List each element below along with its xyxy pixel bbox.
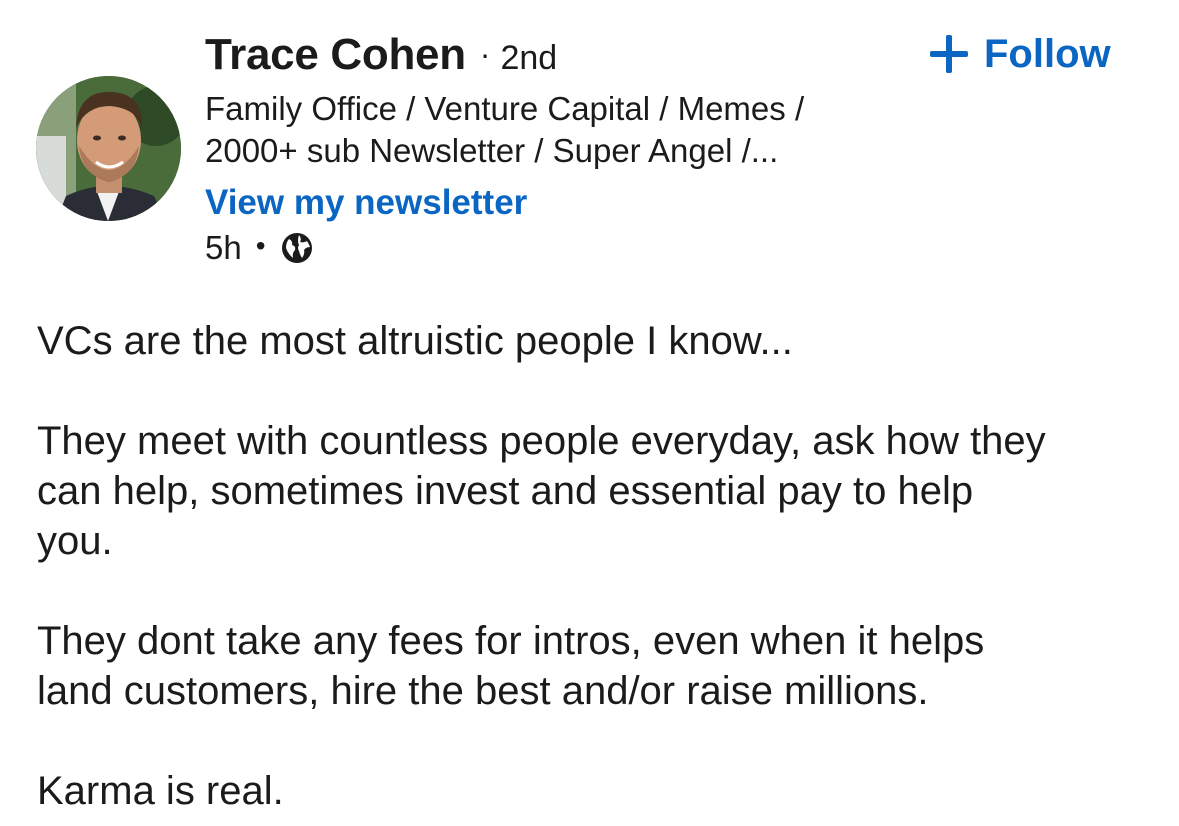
post-line: They meet with countless people everyday… (37, 419, 1046, 463)
post-paragraph: VCs are the most altruistic people I kno… (37, 316, 1157, 366)
plus-icon (930, 35, 968, 73)
post-line: can help, sometimes invest and essential… (37, 469, 974, 513)
post-line: VCs are the most altruistic people I kno… (37, 319, 793, 363)
profile-photo-icon (36, 76, 181, 221)
view-newsletter-link[interactable]: View my newsletter (205, 183, 527, 223)
post-time: 5h (205, 229, 242, 266)
post-line: Karma is real. (37, 769, 284, 813)
post-paragraph: They dont take any fees for intros, even… (37, 616, 1157, 716)
post-line: They dont take any fees for intros, even… (37, 619, 985, 663)
connection-degree: 2nd (500, 39, 558, 77)
headline-line: Family Office / Venture Capital / Memes … (205, 90, 805, 127)
post-body: VCs are the most altruistic people I kno… (37, 316, 1157, 826)
globe-icon (281, 233, 312, 263)
post-meta: 5h • (205, 227, 314, 269)
feed-post: Trace Cohen · 2nd Follow Family Office /… (0, 0, 1179, 826)
author-line: Trace Cohen · 2nd (205, 30, 557, 86)
author-headline: Family Office / Venture Capital / Memes … (205, 88, 925, 172)
meta-separator: • (255, 230, 266, 261)
avatar[interactable] (36, 76, 181, 221)
author-name[interactable]: Trace Cohen (205, 30, 466, 80)
post-line: land customers, hire the best and/or rai… (37, 669, 929, 713)
follow-label: Follow (984, 31, 1111, 76)
post-paragraph: They meet with countless people everyday… (37, 416, 1157, 566)
post-line: you. (37, 519, 113, 563)
post-paragraph: Karma is real. (37, 766, 1157, 816)
headline-line: 2000+ sub Newsletter / Super Angel /... (205, 132, 779, 169)
degree-separator: · (479, 36, 491, 72)
follow-button[interactable]: Follow (930, 28, 1111, 80)
